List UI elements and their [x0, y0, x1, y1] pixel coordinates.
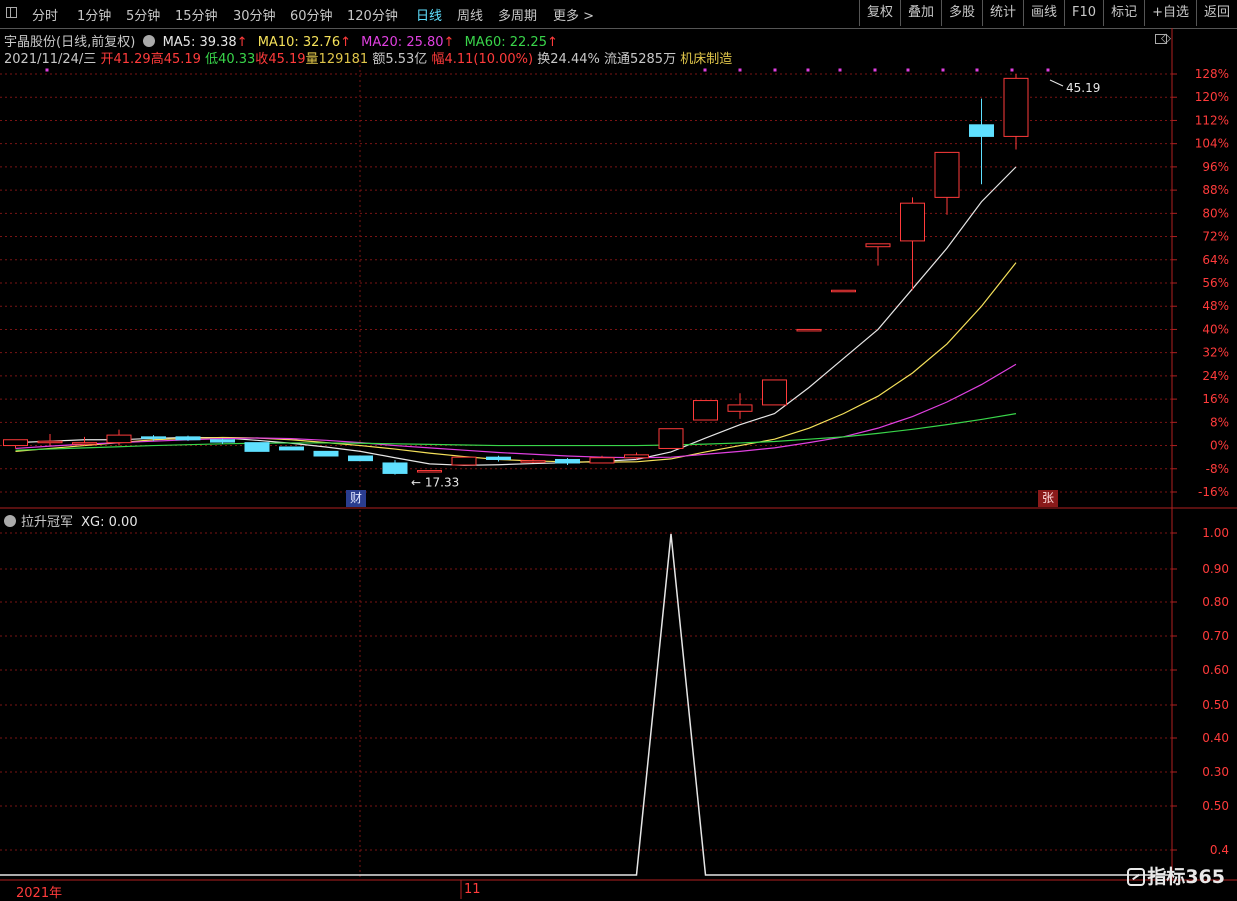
- watermark-text: 指标365: [1147, 866, 1225, 888]
- ind-y-tick-label: 0.50: [1202, 799, 1229, 813]
- candle-body-down: [279, 446, 304, 451]
- signal-dot: [738, 68, 742, 72]
- y-tick-label: 120%: [1195, 90, 1229, 104]
- signal-dot: [838, 68, 842, 72]
- ind-y-tick-label: 0.30: [1202, 765, 1229, 779]
- candle-body-up: [37, 440, 63, 444]
- signal-dot: [906, 68, 910, 72]
- candle-body-up: [451, 456, 477, 466]
- signal-dot: [773, 68, 777, 72]
- limit-up-badge[interactable]: 张: [1038, 490, 1058, 507]
- ind-y-tick-label: 0.80: [1202, 595, 1229, 609]
- candle-body-down: [210, 439, 235, 443]
- tick-labels: 128% 120% 112% 104% 96% 88% 80% 72% 64% 56% 48% 40%…: [1195, 67, 1229, 857]
- candle-body-up: [3, 439, 28, 447]
- y-tick-label: 96%: [1202, 160, 1229, 174]
- candle-body-up: [796, 328, 822, 332]
- x-label-year: 2021年: [16, 882, 62, 901]
- candle-body-up: [1003, 77, 1029, 137]
- candle-body-up: [417, 470, 442, 473]
- grid-lines: [0, 60, 1172, 880]
- signal-dot: [873, 68, 877, 72]
- y-tick-label: 88%: [1202, 183, 1229, 197]
- candles: [3, 74, 1029, 475]
- y-tick-label: 32%: [1202, 346, 1229, 360]
- signal-dot: [703, 68, 707, 72]
- candle-body-up: [72, 442, 97, 445]
- ind-y-tick-label: 0.50: [1202, 698, 1229, 712]
- y-tick-label: 56%: [1202, 276, 1229, 290]
- candle-body-down: [486, 456, 511, 460]
- watermark: 指标365: [1127, 862, 1225, 889]
- x-month-text: 11: [464, 882, 481, 897]
- candle-body-up: [865, 243, 891, 248]
- y-tick-label: 0%: [1210, 439, 1229, 453]
- y-tick-label: 16%: [1202, 392, 1229, 406]
- ind-y-tick-label: 0.90: [1202, 562, 1229, 576]
- y-tick-label: 8%: [1210, 415, 1229, 429]
- ma-line-ma20: [15, 363, 1017, 459]
- candle-body-down: [348, 455, 373, 462]
- x-label-month: 11: [464, 882, 481, 897]
- signal-dot: [806, 68, 810, 72]
- ind-y-tick-label: 0.60: [1202, 663, 1229, 677]
- ind-y-tick-label: 0.4: [1210, 843, 1229, 857]
- candle-body-down: [141, 436, 166, 439]
- candle-body-up: [831, 289, 856, 293]
- signal-dot: [975, 68, 979, 72]
- candle-body-up: [624, 454, 649, 459]
- candle-body-up: [658, 428, 684, 449]
- y-tick-label: 64%: [1202, 253, 1229, 267]
- candle-body-up: [934, 151, 960, 198]
- chart-canvas: 128% 120% 112% 104% 96% 88% 80% 72% 64% 56% 48% 40%…: [0, 28, 1237, 899]
- candle-body-down: [555, 458, 580, 464]
- y-tick-label: 128%: [1195, 67, 1229, 81]
- candle-body-down: [969, 124, 994, 137]
- y-tick-label: -16%: [1198, 485, 1229, 499]
- ind-y-tick-label: 0.40: [1202, 731, 1229, 745]
- candle-body-down: [175, 436, 201, 441]
- y-tick-label: 80%: [1202, 206, 1229, 220]
- min-price-label: ← 17.33: [411, 476, 459, 490]
- ma-line-ma5: [15, 166, 1017, 466]
- y-tick-label: 40%: [1202, 322, 1229, 336]
- candle-body-up: [762, 379, 787, 406]
- y-tick-label: 48%: [1202, 299, 1229, 313]
- candle-body-down: [382, 462, 408, 474]
- ma-line-ma10: [15, 262, 1017, 463]
- y-tick-label: 72%: [1202, 230, 1229, 244]
- axes: [0, 28, 1237, 899]
- y-tick-label: -8%: [1206, 462, 1229, 476]
- ma-lines: [15, 166, 1017, 466]
- max-price-label: 45.19: [1066, 81, 1100, 95]
- y-tick-label: 24%: [1202, 369, 1229, 383]
- ind-y-tick-label: 1.00: [1202, 526, 1229, 540]
- watermark-logo-icon: [1127, 868, 1146, 886]
- candle-body-up: [900, 202, 925, 242]
- signal-dot: [1046, 68, 1050, 72]
- y-tick-label: 112%: [1195, 113, 1229, 127]
- signal-dot: [45, 68, 49, 72]
- max-price-pointer: [1049, 79, 1064, 87]
- candle-body-up: [589, 457, 615, 464]
- candle-body-up: [106, 434, 132, 444]
- candle-body-up: [520, 460, 546, 463]
- signal-dot: [1010, 68, 1014, 72]
- candle-body-up: [727, 404, 753, 412]
- candle-body-down: [313, 450, 339, 457]
- signal-dot: [941, 68, 945, 72]
- ma-line-ma60: [15, 413, 1017, 451]
- y-tick-label: 104%: [1195, 137, 1229, 151]
- annotations: 45.19 ← 17.33: [45, 68, 1100, 490]
- ind-y-tick-label: 0.70: [1202, 629, 1229, 643]
- candle-body-down: [244, 442, 270, 452]
- earnings-badge[interactable]: 财: [346, 490, 366, 507]
- candle-body-up: [693, 400, 718, 421]
